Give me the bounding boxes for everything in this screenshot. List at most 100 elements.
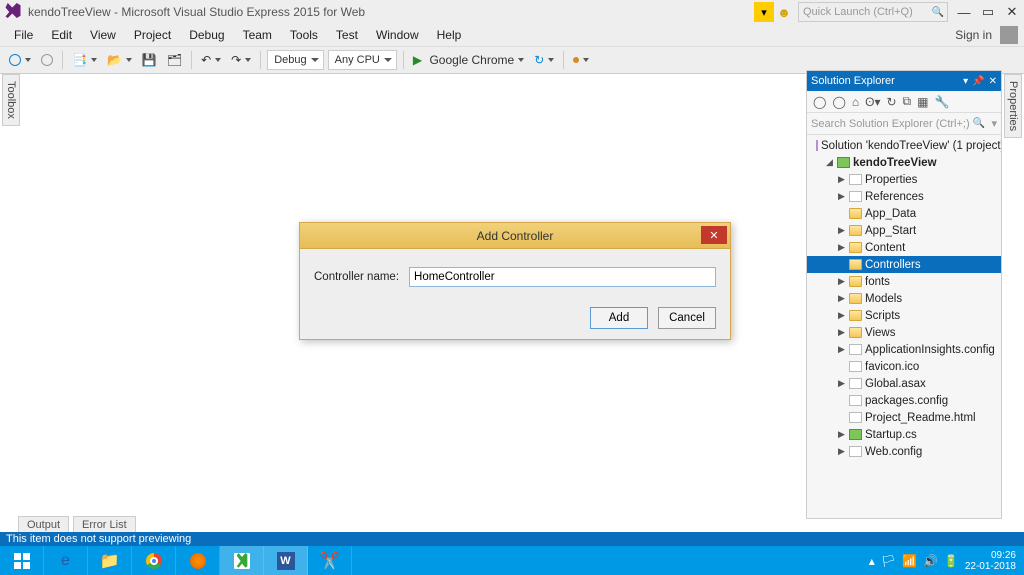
- folder-icon: [849, 293, 862, 304]
- task-explorer-icon[interactable]: 📁: [88, 546, 132, 575]
- menu-team[interactable]: Team: [235, 26, 280, 44]
- panel-dropdown-icon[interactable]: ▾: [963, 76, 968, 87]
- start-button[interactable]: [0, 546, 44, 575]
- properties-tab[interactable]: Properties: [1004, 74, 1022, 138]
- status-bar: This item does not support previewing: [0, 532, 1024, 546]
- tree-item[interactable]: favicon.ico: [807, 358, 1001, 375]
- tree-item[interactable]: ▶Web.config: [807, 443, 1001, 460]
- tray-up-icon[interactable]: ▴: [869, 554, 875, 568]
- file-icon: [849, 412, 862, 423]
- sol-fwd-icon[interactable]: ◯: [832, 95, 845, 109]
- run-button[interactable]: ▶ Google Chrome: [410, 49, 527, 71]
- nav-back-button[interactable]: [6, 49, 34, 71]
- platform-combo[interactable]: Any CPU: [328, 50, 397, 70]
- minimize-button[interactable]: —: [952, 0, 976, 24]
- tree-item[interactable]: ▶Startup.cs: [807, 426, 1001, 443]
- panel-pin-icon[interactable]: 📌: [972, 76, 984, 87]
- config-combo[interactable]: Debug: [267, 50, 323, 70]
- save-all-button[interactable]: 🗂: [164, 49, 185, 71]
- task-ie-icon[interactable]: e: [44, 546, 88, 575]
- solution-node[interactable]: Solution 'kendoTreeView' (1 project): [807, 137, 1001, 154]
- controller-name-label: Controller name:: [314, 271, 399, 283]
- quick-launch-input[interactable]: Quick Launch (Ctrl+Q): [798, 2, 948, 22]
- menu-tools[interactable]: Tools: [282, 26, 326, 44]
- dialog-close-button[interactable]: ✕: [701, 226, 727, 244]
- sol-home-icon[interactable]: ⌂: [852, 95, 859, 109]
- save-button[interactable]: 💾: [139, 49, 160, 71]
- controller-name-input[interactable]: [409, 267, 716, 287]
- tab-output[interactable]: Output: [18, 516, 69, 533]
- open-file-button[interactable]: 📂: [104, 49, 135, 71]
- sol-collapse-icon[interactable]: ⧉: [903, 94, 912, 109]
- tree-item[interactable]: ▶Views: [807, 324, 1001, 341]
- browser-link-button[interactable]: [570, 49, 592, 71]
- panel-close-icon[interactable]: ✕: [989, 76, 997, 87]
- add-controller-dialog: Add Controller ✕ Controller name: Add Ca…: [299, 222, 731, 340]
- menu-test[interactable]: Test: [328, 26, 366, 44]
- menu-help[interactable]: Help: [429, 26, 470, 44]
- task-firefox-icon[interactable]: [176, 546, 220, 575]
- sign-in-link[interactable]: Sign in: [955, 28, 992, 42]
- avatar-icon[interactable]: [1000, 26, 1018, 44]
- file-icon: [849, 191, 862, 202]
- tree-item[interactable]: ▶Models: [807, 290, 1001, 307]
- task-snip-icon[interactable]: ✂️: [308, 546, 352, 575]
- file-icon: [849, 378, 862, 389]
- menu-debug[interactable]: Debug: [181, 26, 232, 44]
- tray-net-icon[interactable]: 📶: [902, 554, 917, 568]
- solution-search-input[interactable]: Search Solution Explorer (Ctrl+;)▾: [807, 113, 1001, 135]
- nav-fwd-button[interactable]: [38, 49, 56, 71]
- tree-item[interactable]: ▶Content: [807, 239, 1001, 256]
- maximize-button[interactable]: ▭: [976, 0, 1000, 24]
- solution-toolbar: ◯ ◯ ⌂ ʘ▾ ↻ ⧉ ▦ 🔧: [807, 91, 1001, 113]
- tree-item[interactable]: packages.config: [807, 392, 1001, 409]
- sol-refresh-icon[interactable]: ↻: [886, 95, 896, 109]
- tree-item[interactable]: ▶Global.asax: [807, 375, 1001, 392]
- task-chrome-icon[interactable]: [132, 546, 176, 575]
- tray-vol-icon[interactable]: 🔊: [923, 554, 938, 568]
- folder-icon: [849, 276, 862, 287]
- notification-flag-icon[interactable]: ▾: [754, 2, 774, 22]
- sol-showall-icon[interactable]: ▦: [917, 95, 928, 109]
- sol-scope-icon[interactable]: ʘ▾: [865, 95, 880, 109]
- tree-item[interactable]: Controllers: [807, 256, 1001, 273]
- tree-item[interactable]: ▶Properties: [807, 171, 1001, 188]
- menu-project[interactable]: Project: [126, 26, 179, 44]
- tab-errorlist[interactable]: Error List: [73, 516, 136, 533]
- task-vs-icon[interactable]: [220, 546, 264, 575]
- tray-clock[interactable]: 09:2622-01-2018: [965, 550, 1016, 572]
- windows-taskbar: e 📁 W ✂️ ▴ 🏳 📶 🔊 🔋 09:2622-01-2018: [0, 546, 1024, 575]
- menu-edit[interactable]: Edit: [43, 26, 80, 44]
- feedback-smile-icon[interactable]: ☻: [774, 2, 794, 22]
- menu-file[interactable]: File: [6, 26, 41, 44]
- sol-back-icon[interactable]: ◯: [813, 95, 826, 109]
- cancel-button[interactable]: Cancel: [658, 307, 716, 329]
- tree-item[interactable]: ▶Scripts: [807, 307, 1001, 324]
- tree-item[interactable]: ▶ApplicationInsights.config: [807, 341, 1001, 358]
- new-project-button[interactable]: 📑: [69, 49, 100, 71]
- menu-view[interactable]: View: [82, 26, 124, 44]
- tree-item[interactable]: Project_Readme.html: [807, 409, 1001, 426]
- tree-item[interactable]: ▶References: [807, 188, 1001, 205]
- sol-properties-icon[interactable]: 🔧: [934, 95, 949, 109]
- menu-bar: FileEditViewProjectDebugTeamToolsTestWin…: [0, 24, 1024, 46]
- task-word-icon[interactable]: W: [264, 546, 308, 575]
- dialog-title: Add Controller: [477, 229, 554, 243]
- folder-icon: [849, 242, 862, 253]
- tray-flag-icon[interactable]: 🏳: [881, 554, 896, 568]
- tree-item[interactable]: ▶fonts: [807, 273, 1001, 290]
- close-button[interactable]: ✕: [1000, 0, 1024, 24]
- file-icon: [849, 344, 862, 355]
- menu-window[interactable]: Window: [368, 26, 427, 44]
- redo-button[interactable]: ↷: [228, 49, 254, 71]
- tree-item[interactable]: ▶App_Start: [807, 222, 1001, 239]
- refresh-button[interactable]: ↻: [531, 49, 557, 71]
- toolbox-tab[interactable]: Toolbox: [2, 74, 20, 126]
- project-node[interactable]: ◢kendoTreeView: [807, 154, 1001, 171]
- tray-bat-icon[interactable]: 🔋: [944, 554, 959, 568]
- solution-explorer-panel: Solution Explorer ▾📌✕ ◯ ◯ ⌂ ʘ▾ ↻ ⧉ ▦ 🔧 S…: [806, 70, 1002, 519]
- undo-button[interactable]: ↶: [198, 49, 224, 71]
- tree-item[interactable]: App_Data: [807, 205, 1001, 222]
- vs-logo-icon: [4, 3, 22, 21]
- add-button[interactable]: Add: [590, 307, 648, 329]
